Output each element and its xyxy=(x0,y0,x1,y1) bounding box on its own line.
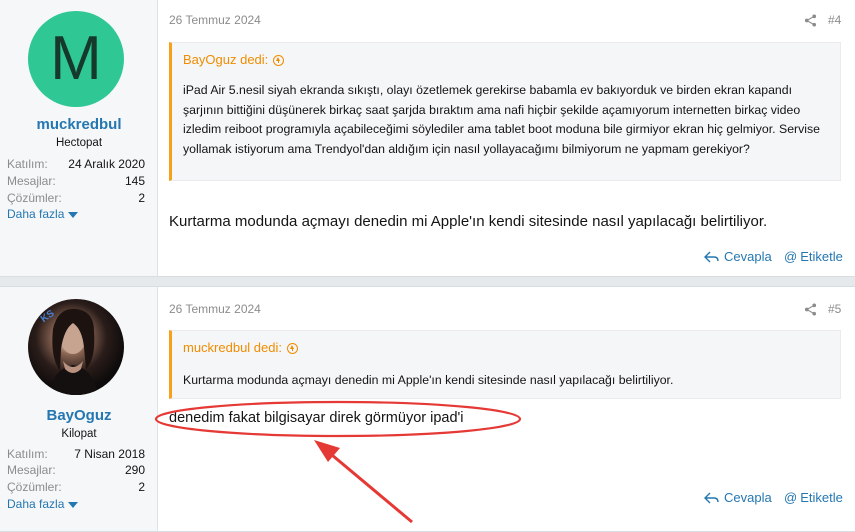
arrow-up-circle-icon[interactable] xyxy=(287,343,298,354)
stat-label: Mesajlar: xyxy=(7,463,56,477)
stat-solutions: Çözümler: 2 xyxy=(7,191,145,205)
user-title: Hectopat xyxy=(55,137,103,149)
username[interactable]: BayOguz xyxy=(0,407,158,424)
stat-value: 290 xyxy=(124,463,145,477)
profile-photo-icon xyxy=(50,308,98,395)
stat-value: 7 Nisan 2018 xyxy=(74,447,145,461)
reply-label: Cevapla xyxy=(724,490,772,505)
quote-author[interactable]: BayOguz dedi: xyxy=(183,52,285,67)
chevron-down-icon xyxy=(68,501,79,508)
stat-value: 2 xyxy=(138,480,145,494)
stat-value: 145 xyxy=(124,174,145,188)
more-info-toggle[interactable]: Daha fazla xyxy=(7,207,79,221)
reply-button[interactable]: Cevapla xyxy=(704,490,772,505)
more-info-toggle[interactable]: Daha fazla xyxy=(7,497,79,511)
stat-solutions: Çözümler: 2 xyxy=(7,480,145,494)
mention-label: Etiketle xyxy=(800,490,843,505)
reply-label: Cevapla xyxy=(724,249,772,264)
arrow-up-circle-icon[interactable] xyxy=(273,55,285,66)
stat-value: 2 xyxy=(138,191,145,205)
quote-block: BayOguz dedi: iPad Air 5.nesil siyah ekr… xyxy=(169,42,841,181)
quote-text: iPad Air 5.nesil siyah ekranda sıkıştı, … xyxy=(183,83,820,156)
post-message: Kurtarma modunda açmayı denedin mi Apple… xyxy=(169,213,768,230)
share-icon[interactable] xyxy=(804,303,817,316)
at-icon: @ xyxy=(784,490,798,505)
stat-joined: Katılım: 7 Nisan 2018 xyxy=(7,447,145,461)
user-info-panel: KS BayOguz Kilopat Katılım: 7 Nisan 2018… xyxy=(0,287,158,531)
stat-joined: Katılım: 24 Aralık 2020 xyxy=(7,157,145,171)
user-title: Kilopat xyxy=(61,428,97,440)
stat-messages: Mesajlar: 290 xyxy=(7,463,145,477)
reply-button[interactable]: Cevapla xyxy=(704,249,772,264)
username[interactable]: muckredbul xyxy=(0,116,158,133)
stat-label: Katılım: xyxy=(7,157,48,171)
mention-button[interactable]: @ Etiketle xyxy=(784,490,843,505)
post-date[interactable]: 26 Temmuz 2024 xyxy=(169,302,261,316)
reply-icon xyxy=(704,251,719,262)
quote-author[interactable]: muckredbul dedi: xyxy=(183,340,298,355)
post-number[interactable]: #4 xyxy=(828,13,841,27)
mention-label: Etiketle xyxy=(800,249,843,264)
stat-label: Mesajlar: xyxy=(7,174,56,188)
share-icon[interactable] xyxy=(804,14,817,27)
annotation-arrow-icon xyxy=(314,440,413,524)
mention-button[interactable]: @ Etiketle xyxy=(784,249,843,264)
quote-author-label: muckredbul dedi: xyxy=(183,340,282,355)
avatar[interactable]: M xyxy=(28,11,124,107)
user-info-panel: M muckredbul Hectopat Katılım: 24 Aralık… xyxy=(0,0,158,276)
at-icon: @ xyxy=(784,249,798,264)
quote-author-label: BayOguz dedi: xyxy=(183,52,269,67)
stat-label: Çözümler: xyxy=(7,480,62,494)
chevron-down-icon xyxy=(68,211,79,218)
quote-text: Kurtarma modunda açmayı denedin mi Apple… xyxy=(183,373,674,387)
stat-label: Çözümler: xyxy=(7,191,62,205)
more-info-label: Daha fazla xyxy=(7,497,65,511)
reply-icon xyxy=(704,492,719,503)
post-date[interactable]: 26 Temmuz 2024 xyxy=(169,13,261,27)
post-number[interactable]: #5 xyxy=(828,302,841,316)
post-4: M muckredbul Hectopat Katılım: 24 Aralık… xyxy=(0,0,855,277)
stat-messages: Mesajlar: 145 xyxy=(7,174,145,188)
stat-value: 24 Aralık 2020 xyxy=(68,157,145,171)
quote-block: muckredbul dedi: Kurtarma modunda açmayı… xyxy=(169,330,841,399)
more-info-label: Daha fazla xyxy=(7,207,65,221)
avatar[interactable]: KS xyxy=(28,299,124,395)
stat-label: Katılım: xyxy=(7,447,48,461)
